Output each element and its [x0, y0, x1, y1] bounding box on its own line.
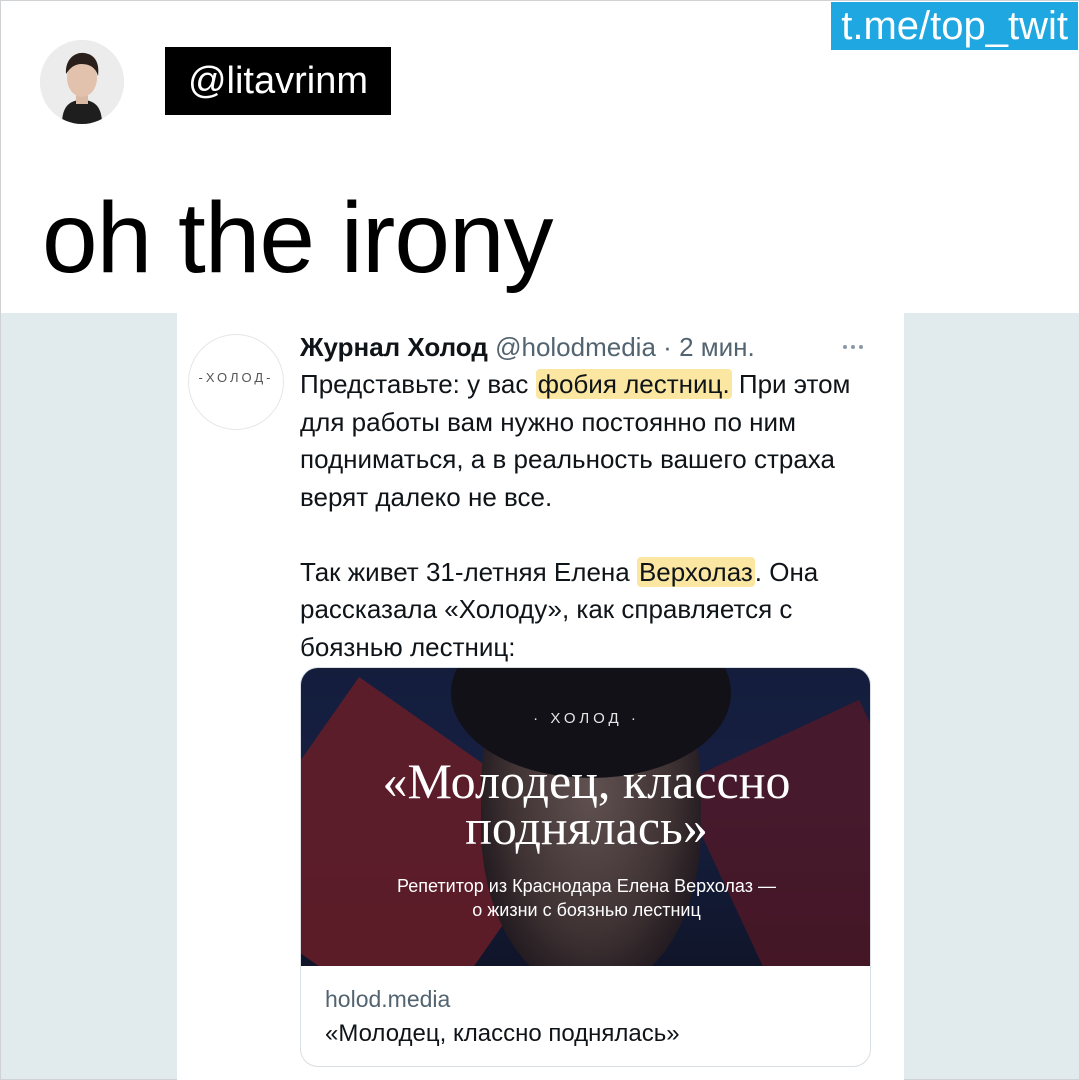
- link-title: «Молодец, классно поднялась»: [325, 1020, 680, 1047]
- image-kicker: · ХОЛОД ·: [533, 710, 640, 727]
- link-domain: holod.media: [325, 986, 451, 1012]
- post-text: oh the irony: [42, 182, 554, 294]
- image-headline: «Молодец, классно поднялась»: [382, 753, 791, 855]
- image-subtitle-line-2: о жизни с боязнью лестниц: [472, 900, 701, 920]
- tweet-paragraph-1: Представьте: у вас фобия лестниц. При эт…: [300, 366, 890, 516]
- link-preview-image: · ХОЛОД · «Молодец, классно поднялась» Р…: [301, 668, 870, 966]
- author-avatar[interactable]: [40, 40, 124, 124]
- tweet-body: Представьте: у вас фобия лестниц. При эт…: [300, 366, 890, 666]
- tweet-author-name[interactable]: Журнал Холод: [300, 332, 488, 362]
- highlight-stair-phobia: фобия лестниц.: [535, 369, 732, 399]
- channel-badge[interactable]: t.me/top_twit: [831, 2, 1078, 50]
- link-preview-card[interactable]: · ХОЛОД · «Молодец, классно поднялась» Р…: [300, 667, 871, 1067]
- tweet-avatar-logo-text: -ХОЛОД-: [198, 370, 274, 385]
- tweet-paragraph-2: Так живет 31-летняя Елена Верхолаз. Она …: [300, 554, 890, 667]
- avatar-photo: [40, 40, 124, 124]
- image-subtitle-line-1: Репетитор из Краснодара Елена Верхолаз —: [397, 876, 776, 896]
- tweet-p2-text: Так живет 31-летняя Елена: [300, 556, 637, 587]
- tweet-meta-separator: ·: [663, 332, 672, 362]
- tweet-header: Журнал Холод @holodmedia · 2 мин.: [300, 330, 755, 364]
- image-subtitle: Репетитор из Краснодара Елена Верхолаз —…: [301, 874, 870, 922]
- highlight-surname: Верхолаз: [636, 556, 755, 587]
- tweet-timestamp[interactable]: 2 мин.: [679, 332, 755, 362]
- tweet-author-handle[interactable]: @holodmedia: [495, 332, 656, 362]
- more-horizontal-icon[interactable]: [836, 330, 870, 364]
- tweet-p1-text: Представьте: у вас: [300, 369, 536, 399]
- author-handle[interactable]: @litavrinm: [165, 47, 391, 115]
